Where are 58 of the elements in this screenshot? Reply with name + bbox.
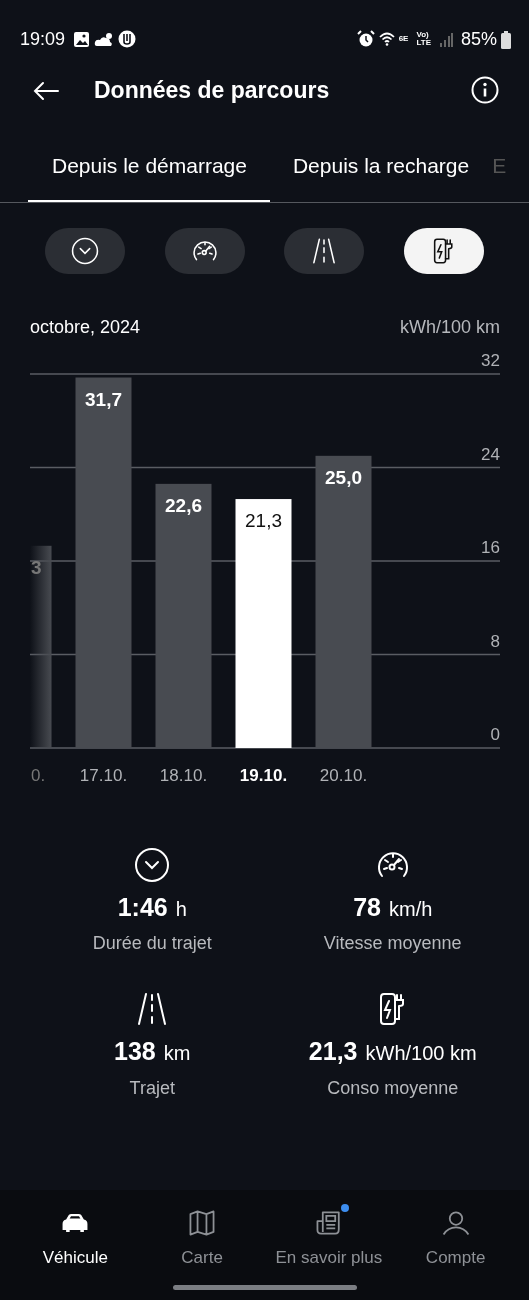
category-label: 0. xyxy=(31,765,46,785)
stat-label: Durée du trajet xyxy=(92,932,212,955)
wifi-label: 6E xyxy=(398,35,409,43)
clock-icon xyxy=(71,236,99,265)
stat-unit: kWh/100 km xyxy=(365,1042,477,1064)
stat-label: Vitesse moyenne xyxy=(323,932,462,955)
bar-value-label: 21,3 xyxy=(245,509,282,531)
app-icon xyxy=(118,30,137,48)
status-time: 19:09 xyxy=(20,27,66,51)
chart-unit: kWh/100 km xyxy=(399,315,500,339)
stat-value: 21,3 xyxy=(308,1037,358,1065)
nav-item[interactable]: Véhicule xyxy=(12,1206,139,1300)
network-label: Vo) xyxy=(416,31,429,39)
weather-icon xyxy=(94,30,115,48)
stat-unit: h xyxy=(175,897,187,920)
filter-button[interactable] xyxy=(403,227,484,274)
filter-button[interactable] xyxy=(164,227,245,274)
nav-item[interactable]: En savoir plus xyxy=(265,1206,393,1300)
bar-value-label: 3 xyxy=(31,556,42,578)
picture-icon xyxy=(73,30,91,48)
bar-value-label: 22,6 xyxy=(165,494,202,516)
category-label: 19.10. xyxy=(239,765,288,785)
network-label: LTE xyxy=(416,39,431,47)
stat-label: Conso moyenne xyxy=(327,1076,459,1100)
category-label: 17.10. xyxy=(79,765,128,785)
wifi-icon xyxy=(378,31,395,47)
stat-value: 78 xyxy=(353,892,381,921)
battery-percent: 85% xyxy=(460,27,497,51)
nav-item[interactable]: Compte xyxy=(392,1206,519,1300)
clock-icon xyxy=(134,846,171,883)
page-title: Données de parcours xyxy=(94,75,331,105)
chart-period: octobre, 2024 xyxy=(30,315,141,339)
bar[interactable] xyxy=(235,498,292,748)
stat-unit: km xyxy=(163,1042,191,1064)
axis-tick-label: 16 xyxy=(481,537,500,557)
bar-value-label: 25,0 xyxy=(325,466,362,488)
axis-tick-label: 24 xyxy=(481,444,500,463)
tab[interactable]: Depuis la recharge xyxy=(292,142,470,202)
stat-value: 138 xyxy=(114,1037,156,1065)
stat-unit: km/h xyxy=(389,897,433,920)
nav-item[interactable]: Carte xyxy=(138,1206,266,1300)
category-label: 20.10. xyxy=(319,765,368,785)
stat-value: 1:46 xyxy=(117,892,168,921)
info-icon xyxy=(471,76,499,104)
signal-icon xyxy=(438,31,453,48)
axis-tick-label: 0 xyxy=(490,724,500,744)
axis-tick-label: 8 xyxy=(490,631,500,650)
alarm-icon xyxy=(356,30,375,48)
back-arrow-icon xyxy=(33,80,59,101)
filter-button[interactable] xyxy=(45,227,125,274)
category-label: 18.10. xyxy=(159,765,208,785)
axis-tick-label: 32 xyxy=(481,350,500,370)
tab[interactable]: Depuis le démarrage xyxy=(28,142,270,202)
bar-value-label: 31,7 xyxy=(85,388,122,409)
filter-button[interactable] xyxy=(284,227,365,274)
stat-label: Trajet xyxy=(129,1076,175,1100)
battery-icon xyxy=(501,30,511,49)
info-button[interactable] xyxy=(471,76,499,104)
